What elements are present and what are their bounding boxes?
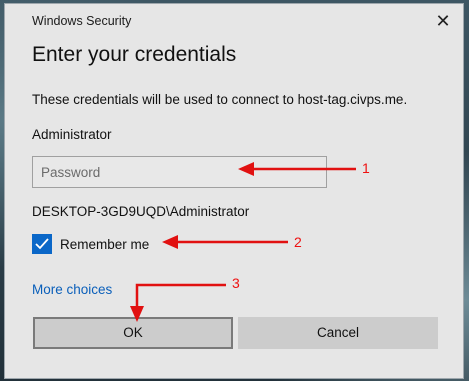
more-choices-link[interactable]: More choices — [32, 282, 112, 297]
ok-button[interactable]: OK — [33, 317, 233, 349]
annotation-number-1: 1 — [362, 160, 370, 176]
close-icon[interactable]: ✕ — [433, 11, 453, 31]
annotation-number-3: 3 — [232, 275, 240, 291]
checkmark-icon — [35, 238, 49, 250]
password-input[interactable] — [32, 156, 327, 188]
connection-info-text: These credentials will be used to connec… — [32, 92, 408, 107]
remember-me-option[interactable]: Remember me — [32, 233, 149, 255]
title-bar: Windows Security ✕ — [5, 4, 463, 34]
dialog-heading: Enter your credentials — [32, 43, 237, 66]
username-label: Administrator — [32, 127, 112, 142]
domain-user-text: DESKTOP-3GD9UQD\Administrator — [32, 204, 250, 219]
cancel-button[interactable]: Cancel — [238, 317, 438, 349]
annotation-number-2: 2 — [294, 234, 302, 250]
windows-security-dialog: Windows Security ✕ Enter your credential… — [4, 3, 464, 379]
remember-me-checkbox[interactable] — [32, 234, 52, 254]
remember-me-label: Remember me — [60, 236, 150, 252]
window-title: Windows Security — [32, 14, 132, 28]
